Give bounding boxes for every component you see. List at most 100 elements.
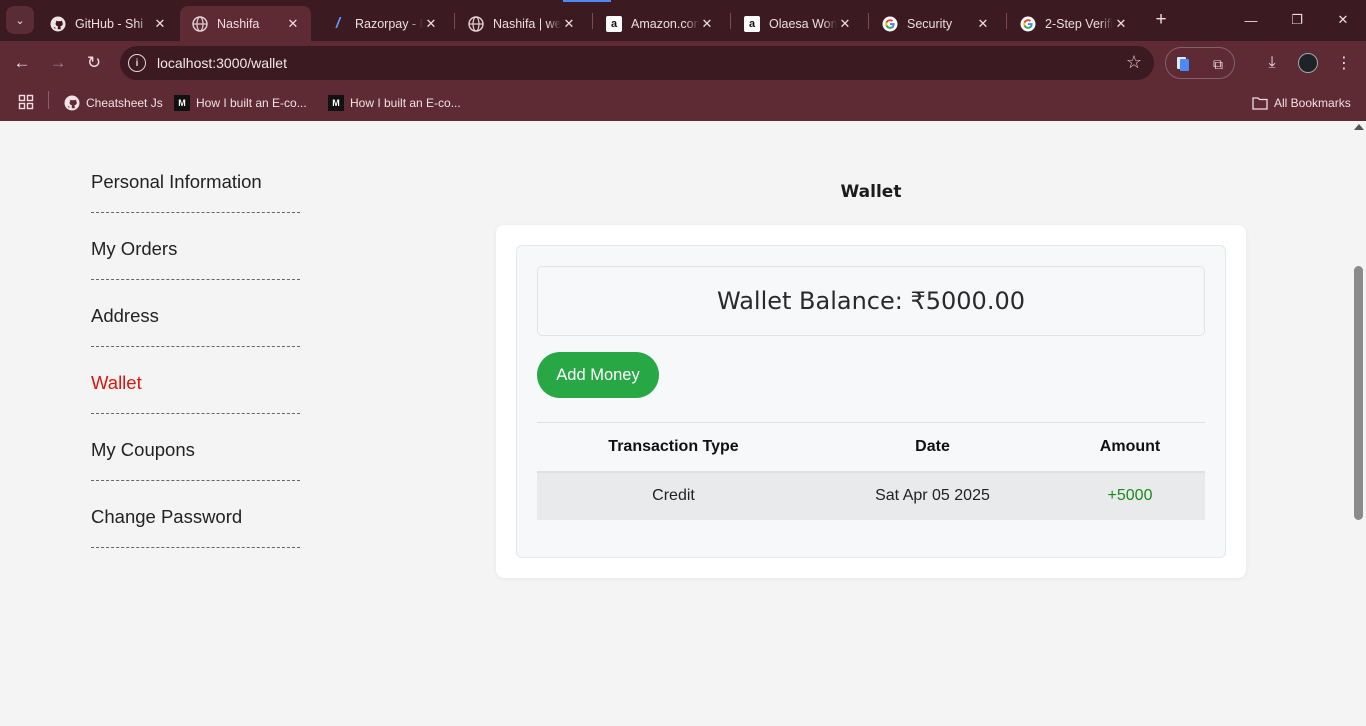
tab-title: Nashifa: [217, 16, 260, 31]
globe-icon: [468, 15, 484, 32]
download-icon: ⤓: [1268, 54, 1276, 71]
browser-toolbar: ← → ↻ i localhost:3000/wallet ☆ ⧉ ⤓ ⋮: [0, 41, 1366, 85]
scrollbar-thumb[interactable]: [1354, 266, 1363, 520]
sidebar-item-change-password[interactable]: Change Password: [91, 506, 242, 528]
arrow-left-icon: ←: [13, 53, 31, 72]
chevron-down-icon: ⌄: [15, 14, 25, 27]
tab-separator: [868, 13, 869, 29]
sidebar-item-address[interactable]: Address: [91, 305, 159, 327]
close-icon[interactable]: ✕: [285, 16, 301, 32]
tab-olaesa[interactable]: a Olaesa Wom ✕: [732, 6, 863, 41]
close-icon[interactable]: ✕: [152, 16, 168, 32]
transaction-type-cell: Credit: [537, 471, 810, 520]
bookmark-medium-2[interactable]: M How I built an E-co...: [328, 92, 461, 114]
tab-separator: [454, 13, 455, 29]
reload-button[interactable]: ↻: [80, 49, 108, 77]
minimize-button[interactable]: —: [1228, 6, 1274, 34]
github-icon: [64, 95, 80, 111]
back-button[interactable]: ←: [8, 49, 36, 77]
puzzle-icon[interactable]: ⧉: [1208, 54, 1228, 74]
bookmark-medium-1[interactable]: M How I built an E-co...: [174, 92, 307, 114]
minimize-icon: —: [1244, 12, 1258, 28]
apps-button[interactable]: [18, 92, 34, 114]
restore-button[interactable]: ❐: [1274, 6, 1320, 34]
github-icon: [50, 16, 66, 32]
close-icon[interactable]: ✕: [1113, 16, 1129, 32]
close-icon[interactable]: ✕: [837, 16, 853, 32]
sidebar-item-wallet[interactable]: Wallet: [91, 372, 142, 394]
close-window-button[interactable]: ✕: [1320, 6, 1366, 34]
sidebar-divider: [91, 547, 300, 548]
tab-razorpay[interactable]: / Razorpay - B ✕: [318, 6, 449, 41]
sidebar-item-my-orders[interactable]: My Orders: [91, 238, 177, 260]
scroll-up-arrow-icon[interactable]: [1354, 124, 1364, 130]
tab-title: Olaesa Wom: [769, 16, 837, 31]
sidebar-divider: [91, 346, 300, 347]
sidebar-divider: [91, 279, 300, 280]
tab-title: Nashifa | we: [493, 16, 561, 31]
close-icon[interactable]: ✕: [975, 16, 991, 32]
new-tab-button[interactable]: +: [1150, 8, 1172, 32]
medium-icon: M: [328, 95, 344, 111]
folder-icon: [1252, 95, 1268, 111]
plus-icon: +: [1155, 9, 1167, 30]
apps-grid-icon: [18, 94, 34, 113]
sidebar-divider: [91, 212, 300, 213]
downloads-button[interactable]: ⤓: [1258, 49, 1286, 77]
amazon-icon: a: [606, 15, 622, 32]
close-icon: ✕: [1337, 12, 1349, 27]
tab-search-button[interactable]: ⌄: [6, 6, 34, 34]
extension-icon[interactable]: [1173, 54, 1193, 74]
tab-nashifa-active[interactable]: Nashifa ✕: [180, 6, 311, 41]
sidebar-divider: [91, 413, 300, 414]
column-header-amount: Amount: [1055, 422, 1205, 473]
all-bookmarks-button[interactable]: All Bookmarks: [1252, 92, 1351, 114]
info-icon[interactable]: i: [128, 54, 146, 72]
tab-title: Razorpay - B: [355, 16, 423, 31]
google-icon: [1020, 16, 1036, 32]
profile-button[interactable]: [1294, 49, 1322, 77]
sidebar-divider: [91, 480, 300, 481]
kebab-menu-icon: ⋮: [1336, 55, 1352, 72]
add-money-button[interactable]: Add Money: [537, 352, 659, 398]
bookmark-label: Cheatsheet Js: [86, 96, 163, 110]
globe-icon: [192, 15, 208, 32]
close-icon[interactable]: ✕: [699, 16, 715, 32]
address-bar[interactable]: i localhost:3000/wallet ☆: [120, 46, 1154, 80]
bookmarks-bar: Cheatsheet Js M How I built an E-co... M…: [0, 85, 1366, 121]
column-header-date: Date: [810, 422, 1055, 473]
bookmarks-separator: [48, 91, 49, 109]
amazon-icon: a: [744, 15, 760, 32]
google-icon: [882, 16, 898, 32]
restore-icon: ❐: [1291, 12, 1303, 27]
tab-nashifa-web[interactable]: Nashifa | we ✕: [456, 6, 587, 41]
tab-group-indicator: [563, 0, 611, 2]
transaction-date-cell: Sat Apr 05 2025: [810, 471, 1055, 520]
close-icon[interactable]: ✕: [423, 16, 439, 32]
table-header-row: Transaction Type Date Amount: [537, 422, 1205, 473]
bookmark-label: How I built an E-co...: [196, 96, 307, 110]
tab-security[interactable]: Security ✕: [870, 6, 1001, 41]
close-icon[interactable]: ✕: [561, 16, 577, 32]
forward-button[interactable]: →: [44, 49, 72, 77]
tab-2step[interactable]: 2-Step Verific ✕: [1008, 6, 1139, 41]
razorpay-icon: /: [335, 15, 341, 32]
transactions-table: Transaction Type Date Amount Credit Sat …: [537, 422, 1205, 520]
sidebar-item-my-coupons[interactable]: My Coupons: [91, 439, 195, 461]
tab-separator: [1006, 13, 1007, 29]
tab-github[interactable]: GitHub - Shi ✕: [38, 6, 178, 41]
star-icon[interactable]: ☆: [1126, 52, 1142, 73]
tab-title: Security: [907, 16, 953, 31]
url-text[interactable]: localhost:3000/wallet: [157, 55, 287, 71]
extensions-group: ⧉: [1165, 47, 1235, 79]
menu-button[interactable]: ⋮: [1330, 49, 1358, 77]
tab-separator: [730, 13, 731, 29]
tab-title: 2-Step Verific: [1045, 16, 1113, 31]
sidebar-item-personal-information[interactable]: Personal Information: [91, 171, 262, 193]
avatar: [1298, 53, 1318, 73]
tab-amazon[interactable]: a Amazon.com ✕: [594, 6, 725, 41]
table-row: Credit Sat Apr 05 2025 +5000: [537, 471, 1205, 520]
bookmark-cheatsheet[interactable]: Cheatsheet Js: [64, 92, 163, 114]
wallet-balance: Wallet Balance: ₹5000.00: [537, 266, 1205, 336]
arrow-right-icon: →: [49, 53, 67, 72]
